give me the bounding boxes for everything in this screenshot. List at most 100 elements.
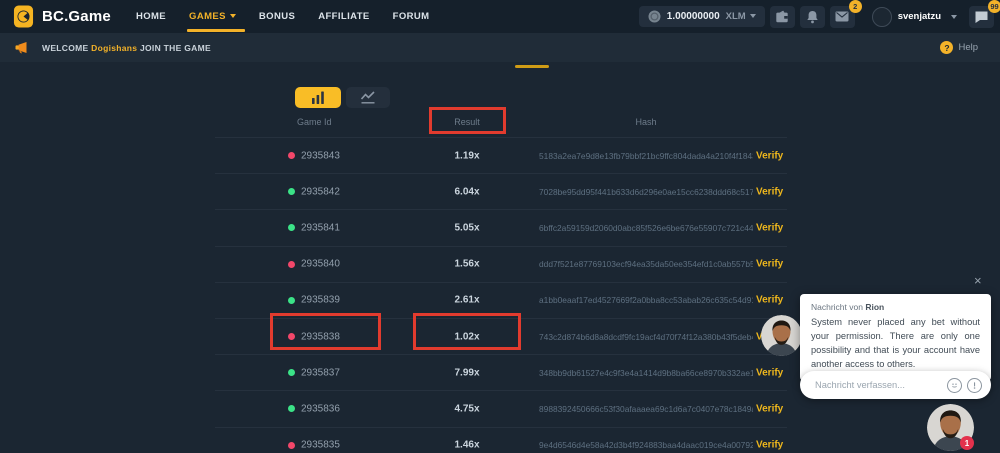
username: svenjatzu [898, 11, 941, 22]
highlight-box-game-id [270, 313, 381, 350]
result-value: 2.61x [407, 295, 527, 306]
help-button[interactable]: ? Help [940, 41, 978, 54]
verify-link[interactable]: Verify [756, 440, 783, 451]
chat-input-container [800, 371, 991, 399]
chat-badge: 99 [988, 0, 1000, 13]
status-dot [288, 405, 295, 412]
exclamation-icon[interactable] [967, 378, 982, 393]
brand-logo[interactable]: BC.Game [13, 5, 111, 28]
hash-value: a1bb0eaaf17ed4527669f2a0bba8cc53abab26c6… [539, 295, 753, 305]
welcome-bar: WELCOME Dogishans JOIN THE GAME ? Help [0, 33, 1000, 62]
game-id: 2935839 [301, 295, 340, 306]
bar-chart-view-button[interactable] [295, 87, 341, 108]
top-bar: BC.Game HOME GAMES BONUS AFFILIATE FORUM… [0, 0, 1000, 33]
game-id: 2935842 [301, 186, 340, 197]
verify-link[interactable]: Verify [756, 186, 783, 197]
nav-home[interactable]: HOME [136, 11, 166, 22]
coin-icon [648, 10, 661, 23]
chevron-down-icon [750, 14, 756, 18]
game-id: 2935843 [301, 150, 340, 161]
hash-value: ddd7f521e87769103ecf94ea35da50ee354efd1c… [539, 259, 753, 269]
results-table: Game Id Result Hash 2935843 1.19x 5183a2… [215, 112, 787, 453]
game-id: 2935836 [301, 403, 340, 414]
chat-message-text: System never placed any bet without your… [811, 316, 980, 372]
messages-badge: 2 [849, 0, 862, 13]
nav-bonus[interactable]: BONUS [259, 11, 295, 22]
wallet-button[interactable] [770, 6, 795, 28]
chat-sender-avatar [761, 315, 802, 356]
close-icon[interactable]: × [974, 274, 982, 287]
hash-value: 8988392450666c53f30afaaaea69c1d6a7c0407e… [539, 404, 753, 414]
wallet-icon [775, 10, 789, 23]
result-value: 7.99x [407, 367, 527, 378]
notifications-button[interactable] [800, 6, 825, 28]
result-value: 4.75x [407, 403, 527, 414]
game-id: 2935840 [301, 259, 340, 270]
chat-input-icons [947, 378, 982, 393]
verify-link[interactable]: Verify [756, 259, 783, 270]
hash-value: 7028be95dd95f441b633d6d296e0ae15cc6238dd… [539, 187, 753, 197]
envelope-icon [835, 11, 849, 22]
table-row: 2935837 7.99x 348bb9db61527e4c9f3e4a1414… [215, 354, 787, 390]
chat-message-card: Nachricht von Rion System never placed a… [800, 294, 991, 381]
unread-count-badge: 1 [960, 436, 974, 450]
balance-selector[interactable]: 1.00000000 XLM [639, 6, 765, 27]
nav-forum[interactable]: FORUM [393, 11, 430, 22]
status-dot [288, 297, 295, 304]
table-row: 2935842 6.04x 7028be95dd95f441b633d6d296… [215, 173, 787, 209]
hash-value: 743c2d874b6d8a8dcdf9fc19acf4d70f74f12a38… [539, 332, 753, 342]
chat-message-header: Nachricht von Rion [811, 302, 980, 312]
status-dot [288, 152, 295, 159]
chat-sender-name: Rion [865, 302, 884, 312]
game-id: 2935841 [301, 222, 340, 233]
game-id: 2935835 [301, 440, 340, 451]
table-row: 2935835 1.46x 9e4d6546d4e58a42d3b4f92488… [215, 427, 787, 453]
welcome-username: Dogishans [91, 43, 137, 53]
nav-games[interactable]: GAMES [189, 11, 236, 22]
user-menu[interactable]: svenjatzu [872, 7, 957, 27]
balance-currency: XLM [726, 11, 756, 22]
verify-link[interactable]: Verify [756, 295, 783, 306]
bell-icon [806, 10, 819, 24]
nav-affiliate[interactable]: AFFILIATE [318, 11, 369, 22]
trend-chart-icon [360, 91, 376, 104]
chevron-down-icon [951, 15, 957, 19]
hash-value: 348bb9db61527e4c9f3e4a1414d9b8ba66ce8970… [539, 368, 753, 378]
trend-view-button[interactable] [346, 87, 390, 108]
emoji-icon[interactable] [947, 378, 962, 393]
result-value: 1.56x [407, 259, 527, 270]
main-nav: HOME GAMES BONUS AFFILIATE FORUM [136, 11, 430, 22]
status-dot [288, 261, 295, 268]
column-header-game-id: Game Id [297, 117, 332, 127]
verify-link[interactable]: Verify [756, 367, 783, 378]
hash-value: 6bffc2a59159d2060d0abc85f526e6be676e5590… [539, 223, 753, 233]
status-dot [288, 188, 295, 195]
chat-input[interactable] [813, 379, 947, 391]
hash-value: 9e4d6546d4e58a42d3b4f924883baa4daac019ce… [539, 440, 753, 450]
welcome-message: WELCOME Dogishans JOIN THE GAME [42, 43, 211, 53]
table-row: 2935841 5.05x 6bffc2a59159d2060d0abc85f5… [215, 209, 787, 245]
result-value: 1.46x [407, 440, 527, 451]
megaphone-icon [14, 41, 29, 54]
status-dot [288, 442, 295, 449]
page: BC.Game HOME GAMES BONUS AFFILIATE FORUM… [0, 0, 1000, 453]
view-toggles [295, 87, 390, 108]
column-header-hash: Hash [539, 117, 753, 127]
chat-button[interactable]: 99 [969, 6, 994, 28]
verify-link[interactable]: Verify [756, 403, 783, 414]
hash-value: 5183a2ea7e9d8e13fb79bbf21bc9ffc804dada4a… [539, 151, 753, 161]
verify-link[interactable]: Verify [756, 150, 783, 161]
user-avatar [872, 7, 892, 27]
main-content: Game Id Result Hash 2935843 1.19x 5183a2… [0, 62, 1000, 453]
messages-button[interactable]: 2 [830, 6, 855, 28]
highlight-box-result-header [429, 107, 506, 134]
topbar-right: 1.00000000 XLM 2 svenjat [639, 6, 994, 28]
help-label: Help [958, 42, 978, 53]
help-icon: ? [940, 41, 953, 54]
verify-link[interactable]: Verify [756, 222, 783, 233]
chat-bubble-icon [974, 10, 989, 24]
highlight-box-result-value [413, 313, 521, 350]
result-value: 1.19x [407, 150, 527, 161]
status-dot [288, 224, 295, 231]
game-id: 2935837 [301, 367, 340, 378]
